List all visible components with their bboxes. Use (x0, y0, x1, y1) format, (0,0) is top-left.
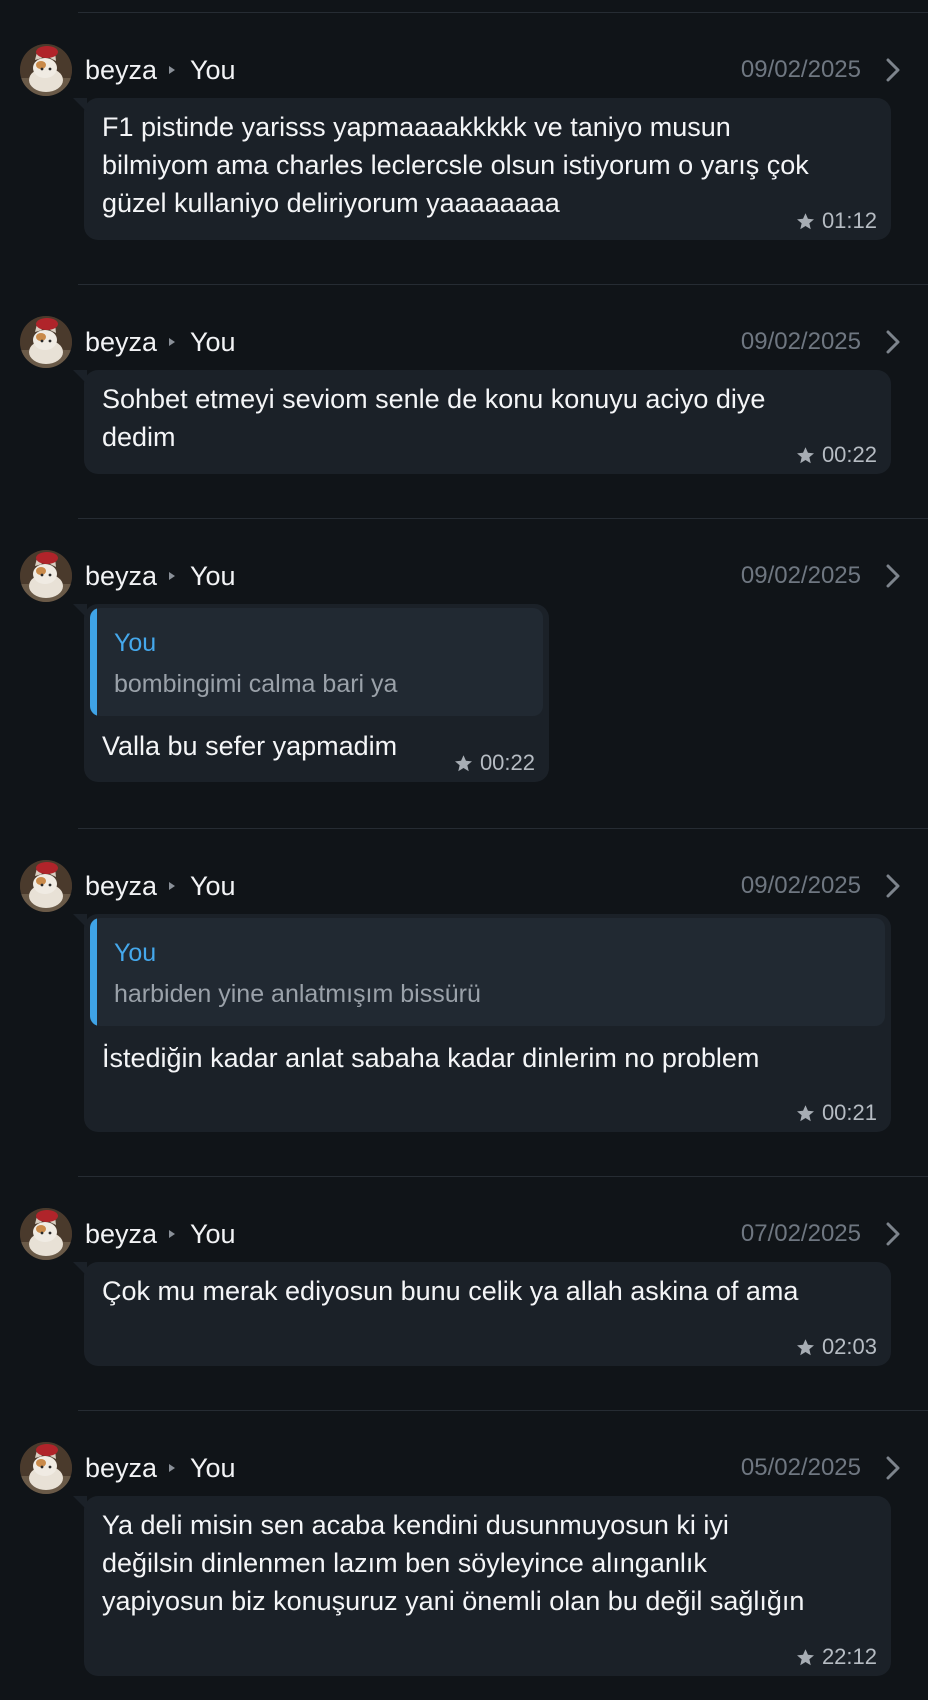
quote-accent-bar (90, 918, 97, 1026)
divider (78, 12, 928, 13)
message-header[interactable]: beyza You 07/02/2025 (0, 1206, 928, 1262)
message-entry: beyza You 09/02/2025 F1 pistinde yarisss… (0, 12, 928, 262)
avatar[interactable] (20, 860, 72, 912)
chevron-right-icon[interactable] (886, 1456, 900, 1480)
starred-messages-list: beyza You 09/02/2025 F1 pistinde yarisss… (0, 0, 928, 1700)
message-time: 02:03 (821, 1334, 877, 1359)
divider (78, 518, 928, 519)
quote-accent-bar (90, 608, 97, 716)
message-bubble[interactable]: F1 pistinde yarisss yapmaaaakkkkk ve tan… (73, 98, 891, 240)
message-meta: 01:12 (795, 208, 877, 234)
recipient-name: You (190, 561, 236, 591)
star-icon (796, 1338, 814, 1355)
quote-text: bombingimi calma bari ya (114, 670, 398, 698)
message-date: 07/02/2025 (740, 1220, 861, 1247)
message-meta: 00:22 (453, 750, 535, 776)
play-triangle-icon (169, 572, 175, 580)
recipient-name: You (190, 327, 236, 357)
message-meta: 02:03 (795, 1334, 877, 1360)
message-bubble[interactable]: Çok mu merak ediyosun bunu celik ya alla… (73, 1262, 891, 1366)
message-date: 09/02/2025 (740, 56, 861, 83)
message-header[interactable]: beyza You 05/02/2025 (0, 1440, 928, 1496)
message-text: Çok mu merak ediyosun bunu celik ya alla… (102, 1276, 799, 1306)
message-date: 09/02/2025 (740, 872, 861, 899)
message-time: 22:12 (821, 1644, 877, 1669)
message-bubble[interactable]: Sohbet etmeyi seviom senle de konu konuy… (73, 370, 891, 474)
sender-name: beyza (85, 561, 158, 591)
sender-name: beyza (85, 327, 158, 357)
divider (78, 284, 928, 285)
star-icon (796, 1104, 814, 1121)
message-time: 00:22 (821, 442, 877, 467)
message-date: 05/02/2025 (740, 1454, 861, 1481)
message-entry: beyza You 09/02/2025 You harbiden yine a… (0, 828, 928, 1168)
message-header[interactable]: beyza You 09/02/2025 (0, 548, 928, 604)
star-icon (454, 754, 472, 771)
message-entry: beyza You 05/02/2025 Ya deli misin sen a… (0, 1410, 928, 1700)
message-entry: beyza You 07/02/2025 Çok mu merak ediyos… (0, 1176, 928, 1386)
avatar[interactable] (20, 1442, 72, 1494)
play-triangle-icon (169, 1464, 175, 1472)
avatar[interactable] (20, 316, 72, 368)
chevron-right-icon[interactable] (886, 58, 900, 82)
message-text: Sohbet etmeyi seviom senle de konu konuy… (102, 384, 766, 452)
star-icon (796, 212, 814, 229)
chevron-right-icon[interactable] (886, 1222, 900, 1246)
play-triangle-icon (169, 882, 175, 890)
play-triangle-icon (169, 1230, 175, 1238)
recipient-name: You (190, 871, 236, 901)
play-triangle-icon (169, 66, 175, 74)
message-meta: 22:12 (795, 1644, 877, 1670)
message-header[interactable]: beyza You 09/02/2025 (0, 314, 928, 370)
message-time: 01:12 (821, 208, 877, 233)
star-icon (796, 1648, 814, 1665)
message-bubble[interactable]: You harbiden yine anlatmışım bissürü İst… (73, 914, 891, 1132)
sender-name: beyza (85, 1219, 158, 1249)
recipient-name: You (190, 1453, 236, 1483)
message-time: 00:22 (479, 750, 535, 775)
avatar[interactable] (20, 44, 72, 96)
divider (78, 1176, 928, 1177)
quote-author: You (114, 939, 157, 967)
avatar[interactable] (20, 1208, 72, 1260)
divider (78, 828, 928, 829)
chevron-right-icon[interactable] (886, 564, 900, 588)
play-triangle-icon (169, 338, 175, 346)
message-meta: 00:22 (795, 442, 877, 468)
recipient-name: You (190, 55, 236, 85)
message-entry: beyza You 09/02/2025 Sohbet etmeyi sevio… (0, 284, 928, 494)
message-bubble[interactable]: Ya deli misin sen acaba kendini dusunmuy… (73, 1496, 891, 1676)
sender-name: beyza (85, 871, 158, 901)
quote-author: You (114, 629, 157, 657)
quote-text: harbiden yine anlatmışım bissürü (114, 980, 481, 1008)
chevron-right-icon[interactable] (886, 330, 900, 354)
message-text: F1 pistinde yarisss yapmaaaakkkkk ve tan… (102, 112, 809, 218)
reply-quote[interactable]: You bombingimi calma bari ya (90, 608, 543, 716)
star-icon (796, 446, 814, 463)
avatar[interactable] (20, 550, 72, 602)
message-time: 00:21 (821, 1100, 877, 1125)
message-bubble[interactable]: You bombingimi calma bari ya Valla bu se… (73, 604, 549, 782)
sender-name: beyza (85, 55, 158, 85)
divider (78, 1410, 928, 1411)
chevron-right-icon[interactable] (886, 874, 900, 898)
message-header[interactable]: beyza You 09/02/2025 (0, 42, 928, 98)
sender-name: beyza (85, 1453, 158, 1483)
message-header[interactable]: beyza You 09/02/2025 (0, 858, 928, 914)
message-meta: 00:21 (795, 1100, 877, 1126)
reply-quote[interactable]: You harbiden yine anlatmışım bissürü (90, 918, 885, 1026)
message-text: İstediğin kadar anlat sabaha kadar dinle… (102, 1043, 760, 1073)
message-date: 09/02/2025 (740, 562, 861, 589)
message-text: Ya deli misin sen acaba kendini dusunmuy… (102, 1510, 805, 1616)
message-date: 09/02/2025 (740, 328, 861, 355)
recipient-name: You (190, 1219, 236, 1249)
message-entry: beyza You 09/02/2025 You bombingimi calm… (0, 518, 928, 808)
